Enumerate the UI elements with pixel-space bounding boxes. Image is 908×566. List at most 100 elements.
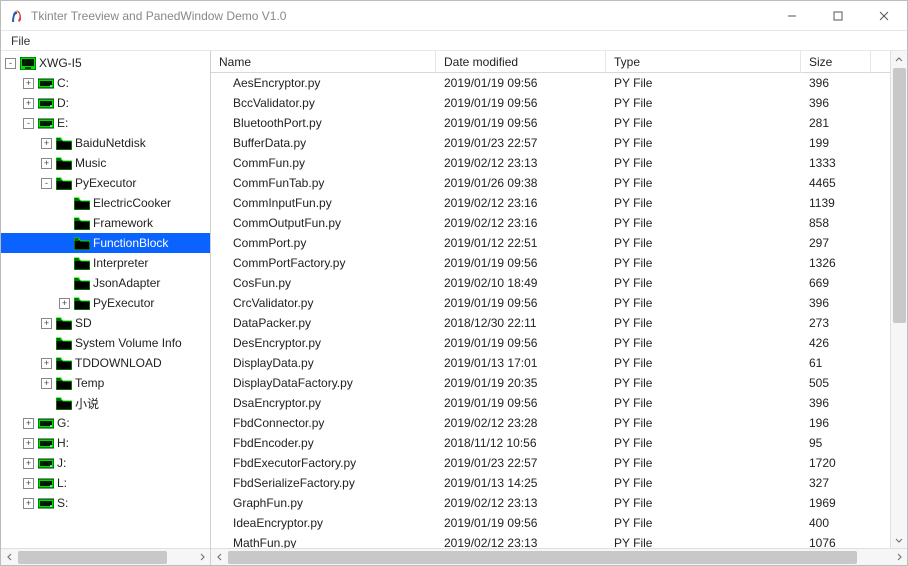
tree-item[interactable]: +Music	[1, 153, 210, 173]
table-vertical-scrollbar[interactable]	[890, 51, 907, 548]
tree-item[interactable]: +L:	[1, 473, 210, 493]
table-row[interactable]: FbdSerializeFactory.py2019/01/13 14:25PY…	[211, 473, 890, 493]
cell-date: 2019/01/19 20:35	[436, 373, 606, 393]
expand-icon[interactable]: +	[23, 458, 34, 469]
cell-date: 2019/01/13 17:01	[436, 353, 606, 373]
expand-icon[interactable]: +	[23, 438, 34, 449]
cell-date: 2019/01/12 22:51	[436, 233, 606, 253]
folder-icon	[74, 297, 90, 310]
collapse-icon[interactable]: -	[23, 118, 34, 129]
table-row[interactable]: CommOutputFun.py2019/02/12 23:16PY File8…	[211, 213, 890, 233]
table-row[interactable]: CrcValidator.py2019/01/19 09:56PY File39…	[211, 293, 890, 313]
drive-icon	[38, 117, 54, 130]
tree-item[interactable]: Interpreter	[1, 253, 210, 273]
tree-item[interactable]: ElectricCooker	[1, 193, 210, 213]
cell-size: 273	[801, 313, 871, 333]
expand-icon[interactable]: +	[23, 478, 34, 489]
expand-icon[interactable]: +	[23, 78, 34, 89]
tree-item-label: Framework	[93, 216, 153, 230]
tree-pane: - XWG-I5 +C:+D:-E:+BaiduNetdisk+Music-PyEx…	[1, 51, 211, 565]
tree-item[interactable]: +SD	[1, 313, 210, 333]
table-row[interactable]: AesEncryptor.py2019/01/19 09:56PY File39…	[211, 73, 890, 93]
menu-file[interactable]: File	[5, 32, 36, 50]
table-horizontal-scrollbar[interactable]	[211, 548, 907, 565]
table-row[interactable]: FbdEncoder.py2018/11/12 10:56PY File95	[211, 433, 890, 453]
expand-icon[interactable]: +	[59, 298, 70, 309]
tree-item-label: Temp	[75, 376, 104, 390]
tree-item[interactable]: +PyExecutor	[1, 293, 210, 313]
expand-icon[interactable]: +	[41, 358, 52, 369]
scroll-right-icon[interactable]	[193, 549, 210, 566]
tree-item-label: FunctionBlock	[93, 236, 168, 250]
cell-name: AesEncryptor.py	[211, 73, 436, 93]
tree-item[interactable]: FunctionBlock	[1, 233, 210, 253]
table-row[interactable]: BufferData.py2019/01/23 22:57PY File199	[211, 133, 890, 153]
expand-icon[interactable]: +	[23, 98, 34, 109]
table-row[interactable]: MathFun.py2019/02/12 23:13PY File1076	[211, 533, 890, 548]
expand-icon[interactable]: +	[41, 158, 52, 169]
tree-item-label: XWG-I5	[39, 56, 82, 70]
tree-item-label: Interpreter	[93, 256, 148, 270]
tree-horizontal-scrollbar[interactable]	[1, 548, 210, 565]
table-row[interactable]: FbdConnector.py2019/02/12 23:28PY File19…	[211, 413, 890, 433]
table-row[interactable]: DsaEncryptor.py2019/01/19 09:56PY File39…	[211, 393, 890, 413]
table-row[interactable]: CommPortFactory.py2019/01/19 09:56PY Fil…	[211, 253, 890, 273]
maximize-button[interactable]	[815, 1, 861, 31]
minimize-button[interactable]	[769, 1, 815, 31]
tree-item[interactable]: 小说	[1, 393, 210, 413]
scroll-left-icon[interactable]	[1, 549, 18, 566]
tree-item[interactable]: +J:	[1, 453, 210, 473]
table-row[interactable]: BluetoothPort.py2019/01/19 09:56PY File2…	[211, 113, 890, 133]
close-button[interactable]	[861, 1, 907, 31]
tree-item[interactable]: +S:	[1, 493, 210, 513]
collapse-icon[interactable]: -	[5, 58, 16, 69]
tree-item[interactable]: +H:	[1, 433, 210, 453]
scroll-right-icon[interactable]	[890, 549, 907, 566]
tree-item[interactable]: Framework	[1, 213, 210, 233]
tree-item[interactable]: JsonAdapter	[1, 273, 210, 293]
table-row[interactable]: DesEncryptor.py2019/01/19 09:56PY File42…	[211, 333, 890, 353]
table-row[interactable]: CommFunTab.py2019/01/26 09:38PY File4465	[211, 173, 890, 193]
cell-size: 1720	[801, 453, 871, 473]
table-row[interactable]: IdeaEncryptor.py2019/01/19 09:56PY File4…	[211, 513, 890, 533]
scroll-down-icon[interactable]	[891, 531, 907, 548]
table-row[interactable]: BccValidator.py2019/01/19 09:56PY File39…	[211, 93, 890, 113]
expand-icon[interactable]: +	[23, 498, 34, 509]
table-row[interactable]: DisplayDataFactory.py2019/01/19 20:35PY …	[211, 373, 890, 393]
table-row[interactable]: DisplayData.py2019/01/13 17:01PY File61	[211, 353, 890, 373]
table-row[interactable]: GraphFun.py2019/02/12 23:13PY File1969	[211, 493, 890, 513]
scroll-up-icon[interactable]	[891, 51, 907, 68]
cell-size: 1076	[801, 533, 871, 548]
column-header-type[interactable]: Type	[606, 51, 801, 73]
window-title: Tkinter Treeview and PanedWindow Demo V1…	[31, 9, 286, 23]
tree-item[interactable]: +G:	[1, 413, 210, 433]
expand-icon[interactable]: +	[41, 378, 52, 389]
table-row[interactable]: CosFun.py2019/02/10 18:49PY File669	[211, 273, 890, 293]
cell-size: 1969	[801, 493, 871, 513]
table-row[interactable]: CommPort.py2019/01/12 22:51PY File297	[211, 233, 890, 253]
table-row[interactable]: CommFun.py2019/02/12 23:13PY File1333	[211, 153, 890, 173]
tree-item[interactable]: - XWG-I5	[1, 53, 210, 73]
tree-item[interactable]: -E:	[1, 113, 210, 133]
column-header-name[interactable]: Name	[211, 51, 436, 73]
column-header-date[interactable]: Date modified	[436, 51, 606, 73]
table-row[interactable]: CommInputFun.py2019/02/12 23:16PY File11…	[211, 193, 890, 213]
tree-item[interactable]: +C:	[1, 73, 210, 93]
tree-view[interactable]: - XWG-I5 +C:+D:-E:+BaiduNetdisk+Music-PyEx…	[1, 51, 210, 548]
expand-icon[interactable]: +	[23, 418, 34, 429]
expand-icon[interactable]: +	[41, 318, 52, 329]
tree-item[interactable]: +BaiduNetdisk	[1, 133, 210, 153]
collapse-icon[interactable]: -	[41, 178, 52, 189]
tree-item[interactable]: +TDDOWNLOAD	[1, 353, 210, 373]
column-header-size[interactable]: Size	[801, 51, 871, 73]
table-row[interactable]: DataPacker.py2018/12/30 22:11PY File273	[211, 313, 890, 333]
table-body[interactable]: AesEncryptor.py2019/01/19 09:56PY File39…	[211, 73, 890, 548]
tree-item[interactable]: +D:	[1, 93, 210, 113]
cell-type: PY File	[606, 393, 801, 413]
tree-item[interactable]: + Temp	[1, 373, 210, 393]
scroll-left-icon[interactable]	[211, 549, 228, 566]
tree-item[interactable]: System Volume Info	[1, 333, 210, 353]
tree-item[interactable]: -PyExecutor	[1, 173, 210, 193]
expand-icon[interactable]: +	[41, 138, 52, 149]
table-row[interactable]: FbdExecutorFactory.py2019/01/23 22:57PY …	[211, 453, 890, 473]
